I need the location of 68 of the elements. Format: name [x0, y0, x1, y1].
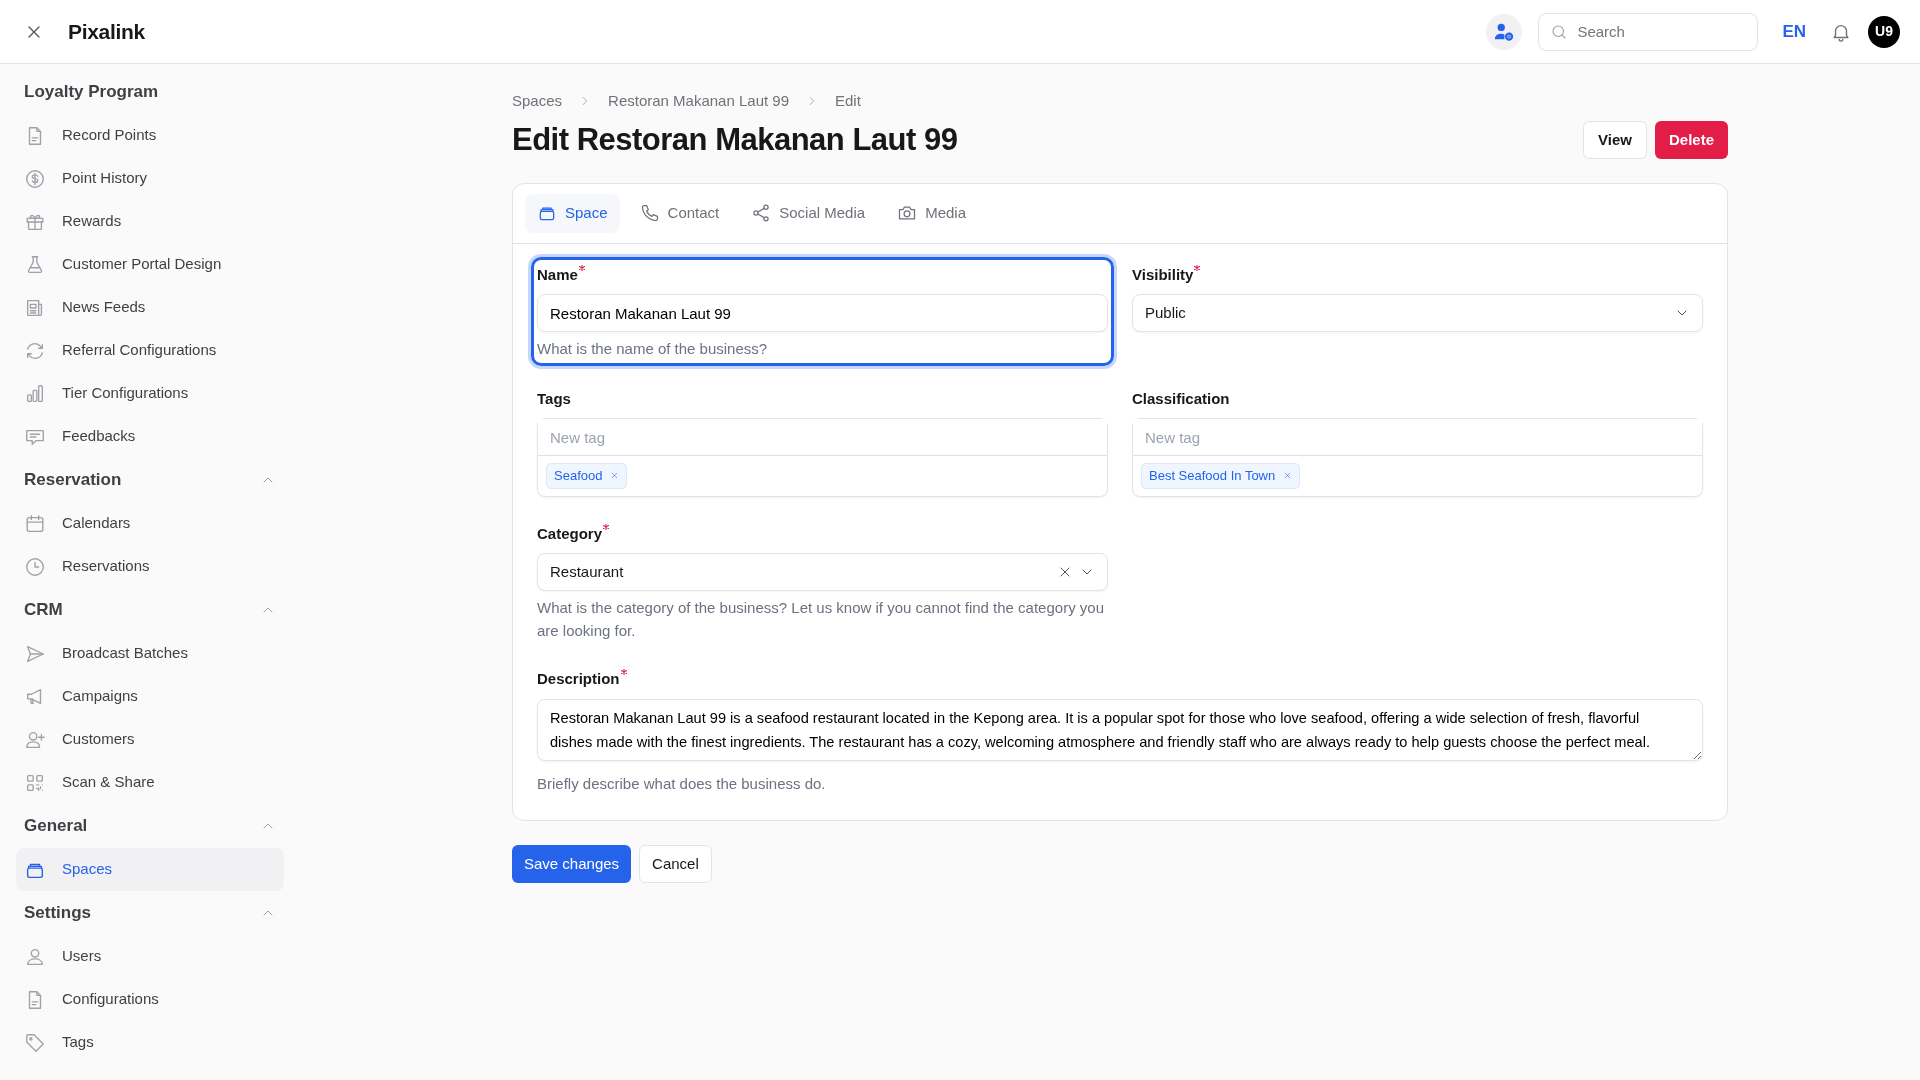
cancel-button[interactable]: Cancel [639, 844, 712, 883]
breadcrumb-link[interactable]: Restoran Makanan Laut 99 [608, 90, 789, 113]
search-field[interactable]: Search [1538, 12, 1759, 51]
sidebar-item[interactable]: News Feeds [16, 286, 284, 329]
section-heading: General [24, 815, 88, 838]
sidebar-item[interactable]: Broadcast Batches [16, 632, 284, 675]
tab[interactable]: Social Media [739, 194, 878, 233]
field-label: Name [537, 265, 585, 283]
admin-button[interactable] [1486, 13, 1523, 50]
tag-chip[interactable]: Best Seafood In Town [1141, 463, 1301, 489]
tag-field[interactable]: New tag Seafood [537, 418, 1108, 497]
new-tag-field[interactable]: New tag [538, 419, 1107, 456]
select-field[interactable]: Public [1132, 294, 1703, 332]
tag-icon [24, 1031, 46, 1054]
field-label: Tags [537, 389, 571, 407]
field-label: Description [537, 670, 627, 687]
tag-chip[interactable]: Seafood [546, 463, 628, 489]
sidebar-item[interactable]: Feedbacks [16, 415, 284, 458]
sidebar-item[interactable]: Users [16, 935, 284, 978]
dollar-icon [24, 167, 46, 190]
view-button[interactable]: View [1583, 120, 1647, 159]
sidebar-item[interactable]: Scan & Share [16, 761, 284, 804]
calendar-icon [24, 512, 46, 535]
avatar-button[interactable]: U9 [1868, 15, 1900, 48]
select-field[interactable]: Restaurant [537, 553, 1108, 591]
sidebar-item[interactable]: Tier Configurations [16, 372, 284, 415]
sidebar-item[interactable]: Referral Configurations [16, 329, 284, 372]
text-field[interactable]: Restoran Makanan Laut 99 [537, 294, 1108, 332]
page-title: Edit Restoran Makanan Laut 99 [512, 121, 958, 159]
phone-icon [639, 203, 660, 224]
bar-chart-icon [24, 382, 46, 405]
section-heading: CRM [24, 599, 63, 622]
sidebar-item[interactable]: Calendars [16, 502, 284, 545]
field-label: Category [537, 524, 610, 542]
help-text: What is the name of the business? [537, 339, 769, 359]
new-tag-field[interactable]: New tag [1133, 419, 1702, 456]
tab[interactable]: Media [885, 194, 978, 233]
save-button[interactable]: Save changes [512, 844, 632, 883]
section-heading: Settings [24, 902, 92, 925]
sidebar-item[interactable]: Record Points [16, 114, 284, 157]
share-icon [751, 203, 772, 224]
sidebar-item[interactable]: Tags [16, 1021, 284, 1064]
breadcrumb-current: Edit [835, 91, 861, 111]
sidebar-item[interactable]: Rewards [16, 200, 284, 243]
breadcrumb-link[interactable]: Spaces [512, 90, 563, 113]
sidebar-item[interactable]: Customers [16, 718, 284, 761]
sidebar-item[interactable]: Configurations [16, 978, 284, 1021]
section-heading: Loyalty Program [24, 81, 159, 104]
text-area[interactable]: Restoran Makanan Laut 99 is a seafood restaurant located in the Kepong area. It is a popular spot for those who love seafood, offering a wide selection of fresh, flavorful dishes made with the finest ingredients. The restaurant has a cozy, welcoming atmosphere and friendly staff who are always ready to help guests choose the perfect meal. [537, 698, 1703, 761]
help-text: Briefly describe what does the business do. [537, 774, 827, 794]
remove-icon [1283, 471, 1293, 481]
field-label: Classification [1132, 389, 1230, 407]
sidebar-item[interactable]: Customer Portal Design [16, 243, 284, 286]
delete-button[interactable]: Delete [1654, 120, 1728, 159]
app-title: Pixalink [68, 18, 145, 45]
tab[interactable]: Contact [627, 194, 732, 233]
sidebar-item[interactable]: Spaces [16, 848, 284, 891]
remove-icon [610, 471, 620, 481]
clock-icon [24, 555, 46, 578]
language-button[interactable]: EN [1782, 18, 1806, 45]
sidebar-item[interactable]: Point History [16, 157, 284, 200]
sidebar-item[interactable]: Campaigns [16, 675, 284, 718]
sidebar-item[interactable]: Reservations [16, 545, 284, 588]
section-heading: Reservation [24, 469, 122, 492]
tag-field[interactable]: New tag Best Seafood In Town [1132, 418, 1703, 497]
field-label: Visibility [1132, 265, 1201, 283]
tab[interactable]: Space [525, 194, 620, 233]
help-text: What is the category of the business? Let us know if you cannot find the category you are looking for. [537, 598, 1105, 641]
